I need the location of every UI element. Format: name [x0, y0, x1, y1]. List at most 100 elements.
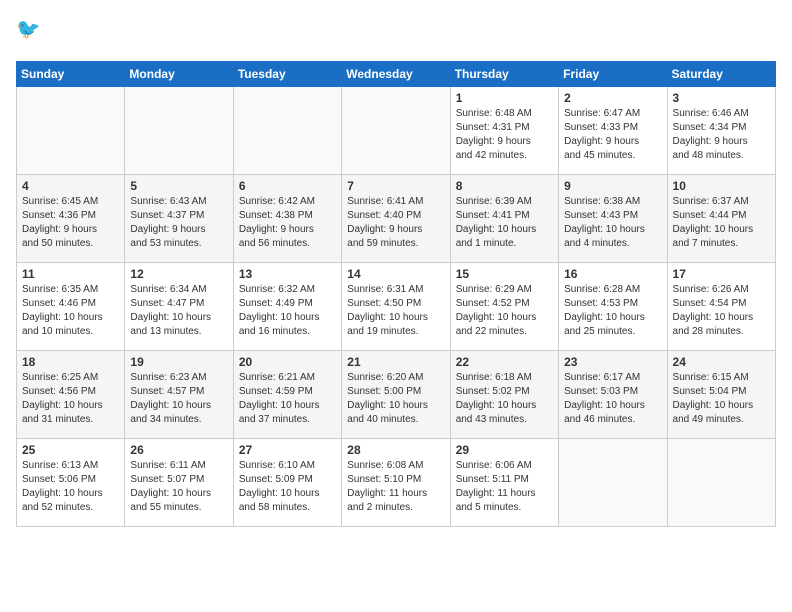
- day-info: Sunrise: 6:10 AMSunset: 5:09 PMDaylight:…: [239, 459, 336, 515]
- day-number: 7: [347, 179, 444, 193]
- calendar-cell: 3 Sunrise: 6:46 AMSunset: 4:34 PMDaylight…: [667, 87, 775, 175]
- calendar-cell: 4 Sunrise: 6:45 AMSunset: 4:36 PMDaylight…: [17, 175, 125, 263]
- day-number: 11: [22, 267, 119, 281]
- day-info: Sunrise: 6:31 AMSunset: 4:50 PMDaylight:…: [347, 283, 444, 339]
- calendar-cell: 5 Sunrise: 6:43 AMSunset: 4:37 PMDaylight…: [125, 175, 233, 263]
- day-info: Sunrise: 6:38 AMSunset: 4:43 PMDaylight:…: [564, 195, 661, 251]
- day-info: Sunrise: 6:23 AMSunset: 4:57 PMDaylight:…: [130, 371, 227, 427]
- calendar-cell: [342, 87, 450, 175]
- day-info: Sunrise: 6:42 AMSunset: 4:38 PMDaylight:…: [239, 195, 336, 251]
- day-info: Sunrise: 6:21 AMSunset: 4:59 PMDaylight:…: [239, 371, 336, 427]
- calendar-cell: 27 Sunrise: 6:10 AMSunset: 5:09 PMDayligh…: [233, 439, 341, 527]
- calendar-cell: 2 Sunrise: 6:47 AMSunset: 4:33 PMDaylight…: [559, 87, 667, 175]
- weekday-header: Saturday: [667, 62, 775, 87]
- day-info: Sunrise: 6:29 AMSunset: 4:52 PMDaylight:…: [456, 283, 553, 339]
- day-info: Sunrise: 6:48 AMSunset: 4:31 PMDaylight:…: [456, 107, 553, 163]
- calendar-week-row: 25 Sunrise: 6:13 AMSunset: 5:06 PMDayligh…: [17, 439, 776, 527]
- weekday-header: Wednesday: [342, 62, 450, 87]
- calendar-cell: 7 Sunrise: 6:41 AMSunset: 4:40 PMDaylight…: [342, 175, 450, 263]
- calendar-cell: [125, 87, 233, 175]
- day-number: 13: [239, 267, 336, 281]
- day-number: 23: [564, 355, 661, 369]
- calendar-week-row: 1 Sunrise: 6:48 AMSunset: 4:31 PMDaylight…: [17, 87, 776, 175]
- day-number: 8: [456, 179, 553, 193]
- day-info: Sunrise: 6:43 AMSunset: 4:37 PMDaylight:…: [130, 195, 227, 251]
- day-number: 15: [456, 267, 553, 281]
- calendar-week-row: 11 Sunrise: 6:35 AMSunset: 4:46 PMDayligh…: [17, 263, 776, 351]
- calendar-cell: 22 Sunrise: 6:18 AMSunset: 5:02 PMDayligh…: [450, 351, 558, 439]
- day-info: Sunrise: 6:13 AMSunset: 5:06 PMDaylight:…: [22, 459, 119, 515]
- day-info: Sunrise: 6:46 AMSunset: 4:34 PMDaylight:…: [673, 107, 770, 163]
- calendar-week-row: 4 Sunrise: 6:45 AMSunset: 4:36 PMDaylight…: [17, 175, 776, 263]
- day-number: 16: [564, 267, 661, 281]
- weekday-header: Tuesday: [233, 62, 341, 87]
- logo: 🐦: [16, 16, 48, 49]
- calendar-table: SundayMondayTuesdayWednesdayThursdayFrid…: [16, 61, 776, 527]
- calendar-cell: [559, 439, 667, 527]
- day-number: 1: [456, 91, 553, 105]
- day-number: 21: [347, 355, 444, 369]
- day-info: Sunrise: 6:20 AMSunset: 5:00 PMDaylight:…: [347, 371, 444, 427]
- day-number: 5: [130, 179, 227, 193]
- day-info: Sunrise: 6:15 AMSunset: 5:04 PMDaylight:…: [673, 371, 770, 427]
- calendar-cell: 16 Sunrise: 6:28 AMSunset: 4:53 PMDayligh…: [559, 263, 667, 351]
- calendar-cell: 25 Sunrise: 6:13 AMSunset: 5:06 PMDayligh…: [17, 439, 125, 527]
- day-number: 14: [347, 267, 444, 281]
- calendar-cell: 13 Sunrise: 6:32 AMSunset: 4:49 PMDayligh…: [233, 263, 341, 351]
- calendar-cell: 10Sunrise: 6:37 AMSunset: 4:44 PMDayligh…: [667, 175, 775, 263]
- calendar-cell: 24 Sunrise: 6:15 AMSunset: 5:04 PMDayligh…: [667, 351, 775, 439]
- day-info: Sunrise: 6:32 AMSunset: 4:49 PMDaylight:…: [239, 283, 336, 339]
- day-info: Sunrise: 6:35 AMSunset: 4:46 PMDaylight:…: [22, 283, 119, 339]
- day-info: Sunrise: 6:45 AMSunset: 4:36 PMDaylight:…: [22, 195, 119, 251]
- day-number: 28: [347, 443, 444, 457]
- day-number: 22: [456, 355, 553, 369]
- day-info: Sunrise: 6:11 AMSunset: 5:07 PMDaylight:…: [130, 459, 227, 515]
- calendar-cell: 20 Sunrise: 6:21 AMSunset: 4:59 PMDayligh…: [233, 351, 341, 439]
- day-number: 3: [673, 91, 770, 105]
- page-header: 🐦: [16, 16, 776, 49]
- calendar-cell: [233, 87, 341, 175]
- calendar-cell: 11 Sunrise: 6:35 AMSunset: 4:46 PMDayligh…: [17, 263, 125, 351]
- calendar-cell: 19 Sunrise: 6:23 AMSunset: 4:57 PMDayligh…: [125, 351, 233, 439]
- day-number: 29: [456, 443, 553, 457]
- calendar-cell: 28Sunrise: 6:08 AMSunset: 5:10 PMDayligh…: [342, 439, 450, 527]
- day-number: 9: [564, 179, 661, 193]
- day-info: Sunrise: 6:25 AMSunset: 4:56 PMDaylight:…: [22, 371, 119, 427]
- day-info: Sunrise: 6:06 AMSunset: 5:11 PMDaylight:…: [456, 459, 553, 515]
- calendar-cell: 29 Sunrise: 6:06 AMSunset: 5:11 PMDayligh…: [450, 439, 558, 527]
- calendar-cell: 15 Sunrise: 6:29 AMSunset: 4:52 PMDayligh…: [450, 263, 558, 351]
- weekday-header: Sunday: [17, 62, 125, 87]
- calendar-cell: [17, 87, 125, 175]
- day-number: 18: [22, 355, 119, 369]
- calendar-cell: 17 Sunrise: 6:26 AMSunset: 4:54 PMDayligh…: [667, 263, 775, 351]
- calendar-cell: 1 Sunrise: 6:48 AMSunset: 4:31 PMDaylight…: [450, 87, 558, 175]
- day-number: 19: [130, 355, 227, 369]
- weekday-header: Friday: [559, 62, 667, 87]
- day-number: 20: [239, 355, 336, 369]
- calendar-cell: 8 Sunrise: 6:39 AMSunset: 4:41 PMDaylight…: [450, 175, 558, 263]
- day-info: Sunrise: 6:41 AMSunset: 4:40 PMDaylight:…: [347, 195, 444, 251]
- day-number: 26: [130, 443, 227, 457]
- weekday-header: Thursday: [450, 62, 558, 87]
- day-info: Sunrise: 6:17 AMSunset: 5:03 PMDaylight:…: [564, 371, 661, 427]
- svg-text:🐦: 🐦: [16, 19, 40, 41]
- calendar-header-row: SundayMondayTuesdayWednesdayThursdayFrid…: [17, 62, 776, 87]
- calendar-cell: [667, 439, 775, 527]
- day-info: Sunrise: 6:47 AMSunset: 4:33 PMDaylight:…: [564, 107, 661, 163]
- day-number: 17: [673, 267, 770, 281]
- logo-icon: 🐦: [16, 16, 44, 49]
- day-number: 4: [22, 179, 119, 193]
- day-info: Sunrise: 6:39 AMSunset: 4:41 PMDaylight:…: [456, 195, 553, 251]
- day-number: 27: [239, 443, 336, 457]
- day-info: Sunrise: 6:28 AMSunset: 4:53 PMDaylight:…: [564, 283, 661, 339]
- day-number: 24: [673, 355, 770, 369]
- calendar-cell: 23 Sunrise: 6:17 AMSunset: 5:03 PMDayligh…: [559, 351, 667, 439]
- calendar-cell: 26 Sunrise: 6:11 AMSunset: 5:07 PMDayligh…: [125, 439, 233, 527]
- day-number: 2: [564, 91, 661, 105]
- day-number: 25: [22, 443, 119, 457]
- calendar-cell: 18 Sunrise: 6:25 AMSunset: 4:56 PMDayligh…: [17, 351, 125, 439]
- day-info: Sunrise: 6:18 AMSunset: 5:02 PMDaylight:…: [456, 371, 553, 427]
- day-info: Sunrise: 6:26 AMSunset: 4:54 PMDaylight:…: [673, 283, 770, 339]
- calendar-cell: 9 Sunrise: 6:38 AMSunset: 4:43 PMDaylight…: [559, 175, 667, 263]
- day-info: Sunrise: 6:37 AMSunset: 4:44 PMDaylight:…: [673, 195, 770, 251]
